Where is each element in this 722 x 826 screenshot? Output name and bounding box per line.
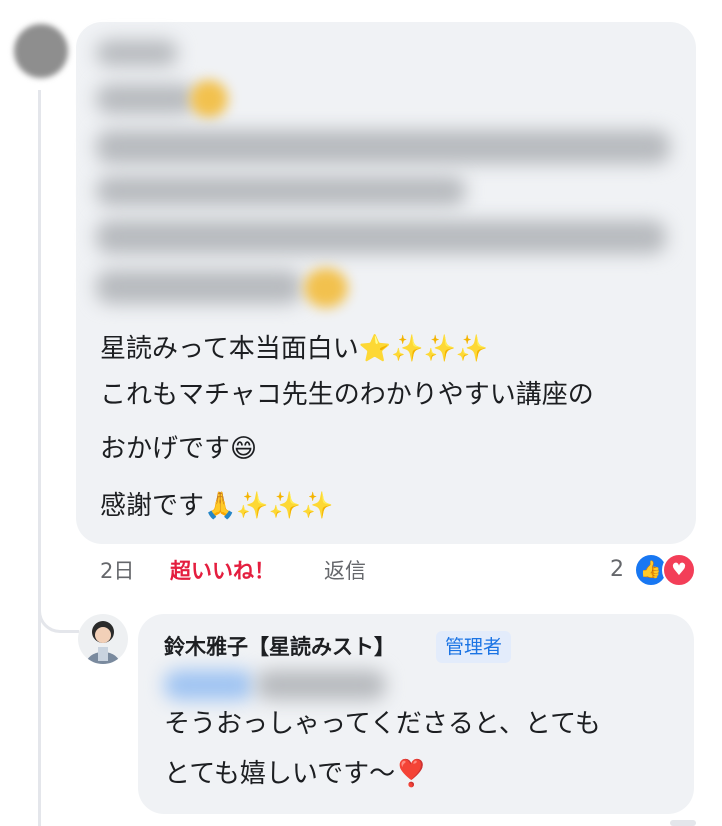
avatar[interactable] — [78, 614, 128, 664]
next-item-stub — [670, 820, 696, 826]
blurred-author-name — [96, 40, 178, 66]
admin-badge: 管理者 — [436, 631, 512, 663]
person-avatar-icon — [86, 621, 120, 664]
reply-button[interactable]: 返信 — [324, 556, 366, 586]
avatar[interactable] — [14, 24, 68, 78]
comment-text-line: 星読みって本当面白い⭐✨✨✨ — [100, 334, 489, 364]
blurred-mention — [164, 670, 254, 700]
blurred-text — [256, 670, 386, 700]
thread-line — [38, 90, 41, 826]
blurred-text — [96, 270, 302, 304]
reaction-count: 2 — [610, 557, 624, 582]
reply-author-name[interactable]: 鈴木雅子【星読みスト】 — [164, 632, 395, 662]
blurred-text — [96, 176, 466, 206]
comment-text-line: おかげです😄 — [100, 434, 258, 464]
reply-text-line: とても嬉しいです〜❣️ — [164, 759, 428, 789]
comment-text-line: これもマチャコ先生のわかりやすい講座の — [100, 380, 594, 410]
blurred-text — [96, 130, 670, 164]
blurred-emoji — [190, 80, 228, 118]
comment-text-line: 感謝です🙏✨✨✨ — [100, 491, 334, 521]
reply-connector — [38, 590, 79, 633]
comment-timestamp[interactable]: 2日 — [100, 556, 134, 586]
blurred-text — [96, 220, 666, 254]
blurred-text — [96, 84, 196, 114]
super-like-button[interactable]: 超いいね！ — [170, 556, 275, 586]
blurred-emoji — [304, 268, 348, 308]
reply-text-line: そうおっしゃってくださると、とても — [164, 709, 601, 739]
love-icon: ♥ — [662, 553, 696, 587]
